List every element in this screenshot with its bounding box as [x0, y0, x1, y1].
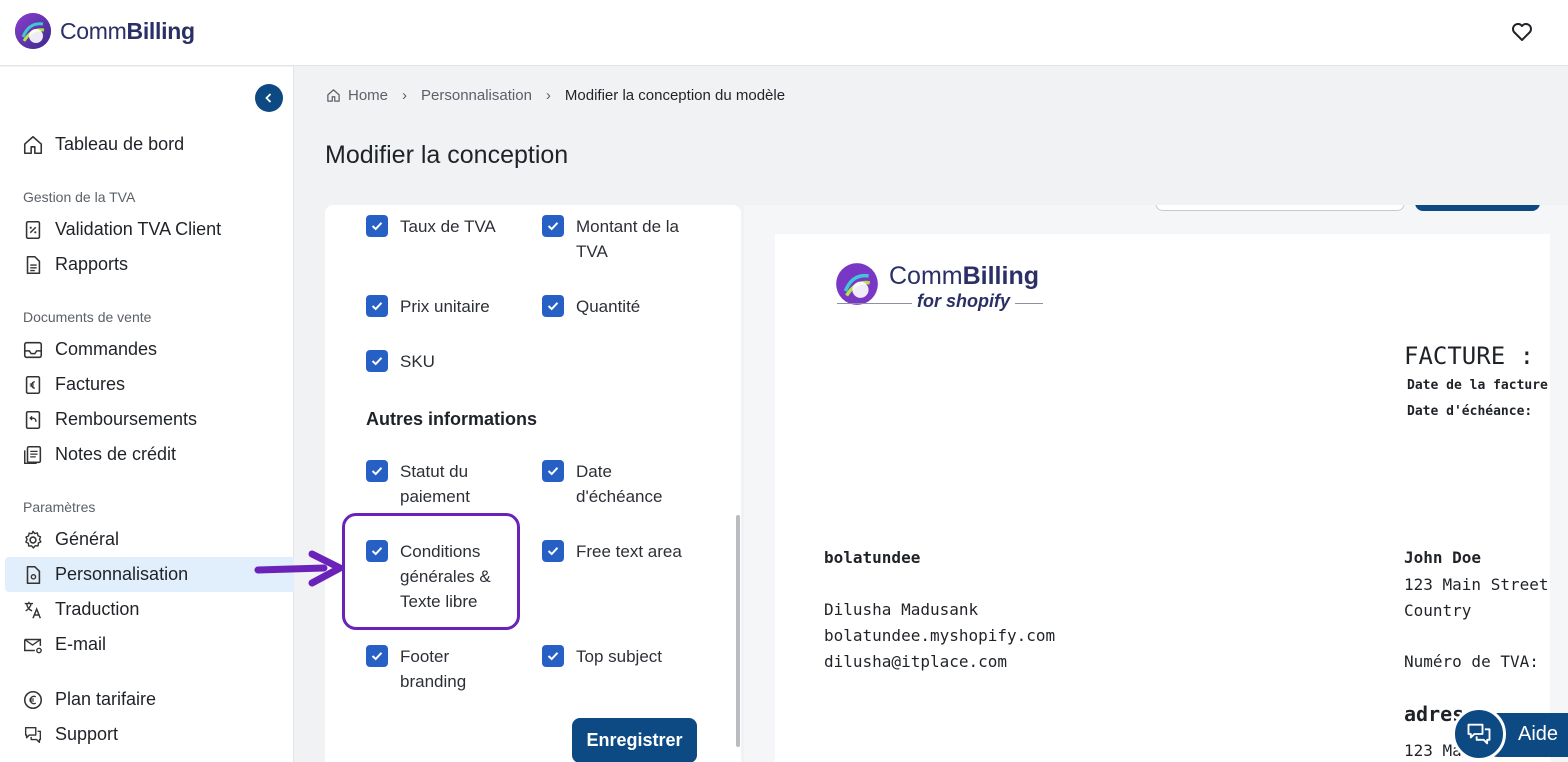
shop-contact: Dilusha Madusank [824, 600, 979, 619]
sidebar-item-pricing[interactable]: Plan tarifaire [5, 682, 294, 717]
sidebar-item-dashboard[interactable]: Tableau de bord [5, 127, 294, 162]
page-title: Modifier la conception [325, 141, 569, 169]
home-icon [23, 135, 43, 154]
app-logo[interactable]: CommBilling [14, 12, 195, 50]
option-payment-status[interactable]: Statut du paiement [366, 459, 490, 509]
breadcrumb-home[interactable]: Home [348, 87, 388, 104]
notes-icon [24, 445, 42, 464]
breadcrumb-current: Modifier la conception du modèle [564, 87, 786, 104]
mail-settings-icon [24, 638, 42, 653]
translate-icon [24, 601, 42, 619]
sidebar-item-translation[interactable]: Traduction [5, 592, 294, 627]
shop-domain: bolatundee.myshopify.com [824, 626, 1056, 645]
checkbox-checked[interactable] [366, 295, 388, 317]
option-vat-amount[interactable]: Montant de la TVA [542, 214, 696, 264]
check-icon [371, 652, 383, 661]
save-button[interactable]: Enregistrer [572, 718, 697, 762]
percent-document-icon [25, 220, 41, 239]
shop-name: bolatundee [824, 548, 921, 567]
check-icon [547, 467, 559, 476]
checkbox-checked[interactable] [542, 645, 564, 667]
sidebar-item-reports[interactable]: Rapports [5, 247, 294, 282]
breadcrumb-personalisation[interactable]: Personnalisation [421, 87, 532, 104]
commbilling-logo-icon [15, 13, 51, 49]
collapse-sidebar-button[interactable] [255, 84, 283, 112]
option-vat-rate[interactable]: Taux de TVA [366, 214, 520, 239]
refund-icon [25, 410, 41, 429]
other-info-heading: Autres informations [366, 409, 538, 429]
preview-select[interactable] [1155, 205, 1405, 211]
check-icon [371, 222, 383, 231]
euro-document-icon [25, 375, 41, 394]
options-scrollbar[interactable] [736, 515, 740, 747]
breadcrumb: Home › Personnalisation › Modifier la co… [326, 87, 785, 104]
check-icon [547, 302, 559, 311]
help-widget-button[interactable]: Aide [1452, 707, 1568, 762]
option-due-date[interactable]: Date d'échéance [542, 459, 676, 509]
inbox-icon [23, 341, 43, 358]
chat-bubbles-icon [1467, 723, 1491, 745]
gear-icon [25, 530, 42, 549]
sidebar-item-invoices[interactable]: Factures [5, 367, 294, 402]
checkbox-checked[interactable] [542, 540, 564, 562]
arrow-annotation-icon [254, 550, 344, 587]
check-icon [371, 357, 383, 366]
option-sku[interactable]: SKU [366, 349, 520, 374]
shop-email: dilusha@itplace.com [824, 652, 1008, 671]
home-icon [327, 89, 340, 102]
check-icon [371, 302, 383, 311]
help-label: Aide [1518, 723, 1559, 745]
commbilling-logo-icon [836, 263, 878, 305]
check-icon [547, 547, 559, 556]
checkbox-checked[interactable] [366, 645, 388, 667]
option-top-subject[interactable]: Top subject [542, 644, 696, 669]
sidebar: Tableau de bord Gestion de la TVA Valida… [0, 67, 294, 762]
option-footer-branding[interactable]: Footer branding [366, 644, 495, 694]
sidebar-item-credit-notes[interactable]: Notes de crédit [5, 437, 294, 472]
checkbox-checked[interactable] [366, 215, 388, 237]
option-free-text-area[interactable]: Free text area [542, 539, 716, 564]
report-icon [26, 255, 41, 274]
invoice-title: FACTURE : [1404, 342, 1535, 370]
customer-street: 123 Main Street [1404, 575, 1549, 594]
invoice-logo: CommBilling for shopify [835, 256, 1045, 312]
preview-action-button[interactable] [1415, 205, 1540, 211]
option-unit-price[interactable]: Prix unitaire [366, 294, 520, 319]
check-icon [371, 467, 383, 476]
sidebar-item-general[interactable]: Général [5, 522, 294, 557]
check-icon [547, 222, 559, 231]
sidebar-item-refunds[interactable]: Remboursements [5, 402, 294, 437]
customer-name: John Doe [1404, 548, 1482, 567]
invoice-date-label: Date de la facture [1407, 378, 1548, 393]
checkbox-checked[interactable] [542, 215, 564, 237]
invoice-due-date-label: Date d'échéance: [1407, 404, 1533, 419]
checkbox-checked[interactable] [542, 295, 564, 317]
nav-section-settings: Paramètres [23, 499, 96, 515]
checkbox-checked[interactable] [366, 460, 388, 482]
nav-section-vat: Gestion de la TVA [23, 189, 136, 205]
check-icon [547, 652, 559, 661]
top-bar: CommBilling [0, 0, 1568, 66]
sidebar-item-vat-validation[interactable]: Validation TVA Client [5, 212, 294, 247]
vat-number-label: Numéro de TVA: [1404, 652, 1539, 671]
heart-icon[interactable] [1510, 20, 1534, 44]
euro-circle-icon [23, 690, 43, 709]
option-quantity[interactable]: Quantité [542, 294, 696, 319]
sidebar-item-customization[interactable]: Personnalisation [5, 557, 294, 592]
sidebar-item-email[interactable]: E-mail [5, 627, 294, 662]
document-settings-icon [26, 565, 41, 584]
invoice-preview: CommBilling for shopify FACTURE : Date d… [775, 234, 1550, 762]
checkbox-checked[interactable] [542, 460, 564, 482]
chevron-left-icon [265, 93, 272, 103]
chevron-right-icon: › [545, 87, 551, 104]
chevron-right-icon: › [402, 87, 408, 104]
checkbox-checked[interactable] [366, 350, 388, 372]
chat-bubbles-icon [24, 726, 42, 743]
sidebar-item-support[interactable]: Support [5, 717, 294, 752]
sidebar-item-orders[interactable]: Commandes [5, 332, 294, 367]
customer-country: Country [1404, 601, 1472, 620]
nav-section-sales: Documents de vente [23, 309, 152, 325]
highlight-outline [342, 513, 520, 630]
